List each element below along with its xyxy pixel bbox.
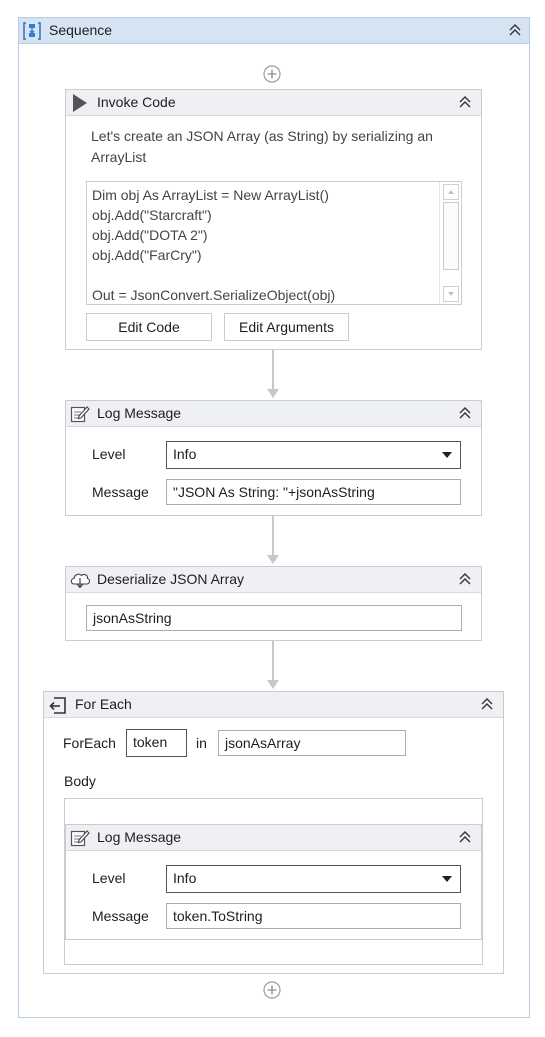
scrollbar[interactable] — [439, 182, 461, 304]
connector-line — [272, 641, 274, 681]
connector-line — [272, 516, 274, 556]
scroll-up-icon[interactable] — [443, 184, 459, 200]
level-select[interactable]: Info — [166, 441, 461, 469]
collection-value: jsonAsArray — [225, 735, 301, 751]
message-value: "JSON As String: "+jsonAsString — [173, 484, 375, 500]
scroll-down-icon[interactable] — [443, 286, 459, 302]
level-select[interactable]: Info — [166, 865, 461, 893]
play-icon — [72, 94, 88, 112]
add-activity-icon[interactable] — [263, 981, 281, 999]
foreach-label: ForEach — [63, 735, 116, 751]
message-value: token.ToString — [173, 908, 263, 924]
sequence-title: Sequence — [49, 22, 113, 38]
sequence-header[interactable]: Sequence — [19, 18, 529, 44]
code-editor[interactable]: Dim obj As ArrayList = New ArrayList() o… — [86, 181, 462, 305]
log-message-title: Log Message — [97, 405, 182, 421]
level-label: Level — [92, 870, 126, 886]
log-message-activity[interactable]: Log Message Level Info Message "JSON As … — [65, 400, 482, 516]
collapse-icon[interactable] — [457, 571, 473, 587]
invoke-code-title: Invoke Code — [97, 94, 176, 110]
cloud-download-icon — [69, 570, 91, 590]
scroll-thumb[interactable] — [443, 202, 459, 270]
deserialize-title: Deserialize JSON Array — [97, 571, 245, 587]
connector-line — [272, 350, 274, 390]
code-line: Out = JsonConvert.SerializeObject(obj) — [92, 287, 336, 303]
item-variable-input[interactable]: token — [126, 729, 187, 757]
collapse-icon[interactable] — [457, 94, 473, 110]
item-variable-value: token — [133, 734, 168, 750]
level-value: Info — [173, 870, 197, 886]
log-message-icon — [70, 828, 90, 848]
sequence-icon — [23, 22, 41, 40]
body-label: Body — [64, 773, 96, 789]
edit-arguments-button[interactable]: Edit Arguments — [224, 313, 349, 341]
collapse-icon[interactable] — [457, 405, 473, 421]
json-string-input[interactable]: jsonAsString — [86, 605, 462, 631]
collection-input[interactable]: jsonAsArray — [218, 730, 406, 756]
deserialize-json-activity[interactable]: Deserialize JSON Array jsonAsString — [65, 566, 482, 641]
code-line: obj.Add("FarCry") — [92, 247, 202, 263]
code-line: Dim obj As ArrayList = New ArrayList() — [92, 187, 329, 203]
add-activity-icon[interactable] — [263, 65, 281, 83]
json-string-value: jsonAsString — [93, 610, 172, 626]
in-label: in — [196, 735, 207, 751]
invoke-code-header[interactable]: Invoke Code — [66, 90, 481, 116]
edit-code-button[interactable]: Edit Code — [86, 313, 212, 341]
code-line: obj.Add("Starcraft") — [92, 207, 212, 223]
log-message-title: Log Message — [97, 829, 182, 845]
invoke-code-description: Let's create an JSON Array (as String) b… — [91, 128, 433, 165]
log-message-header[interactable]: Log Message — [66, 825, 481, 851]
collapse-icon[interactable] — [479, 696, 495, 712]
code-line: obj.Add("DOTA 2") — [92, 227, 208, 243]
invoke-code-activity[interactable]: Invoke Code Let's create an JSON Array (… — [65, 89, 482, 350]
dropdown-arrow-icon — [442, 876, 452, 882]
message-label: Message — [92, 908, 149, 924]
connector-arrow-icon — [267, 680, 279, 689]
message-input[interactable]: "JSON As String: "+jsonAsString — [166, 479, 461, 505]
log-message-header[interactable]: Log Message — [66, 401, 481, 427]
connector-arrow-icon — [267, 389, 279, 398]
message-label: Message — [92, 484, 149, 500]
message-input[interactable]: token.ToString — [166, 903, 461, 929]
level-label: Level — [92, 446, 126, 462]
dropdown-arrow-icon — [442, 452, 452, 458]
log-message-activity[interactable]: Log Message Level Info Message token.ToS… — [65, 824, 482, 940]
level-value: Info — [173, 446, 197, 462]
loop-icon — [48, 695, 68, 715]
collapse-icon[interactable] — [507, 22, 523, 38]
log-message-icon — [70, 404, 90, 424]
for-each-header[interactable]: For Each — [44, 692, 503, 718]
connector-arrow-icon — [267, 555, 279, 564]
for-each-title: For Each — [75, 696, 132, 712]
deserialize-header[interactable]: Deserialize JSON Array — [66, 567, 481, 593]
collapse-icon[interactable] — [457, 829, 473, 845]
